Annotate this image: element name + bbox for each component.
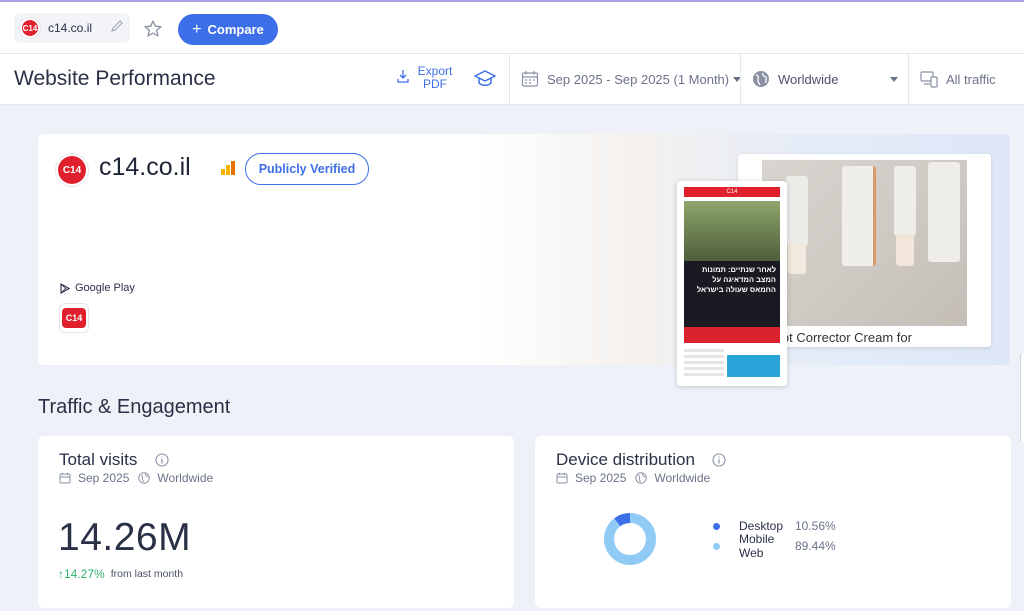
total-visits-card: Total visits Sep 2025 Worldwide 14.26M ↑… [38,436,514,608]
globe-icon [753,71,769,87]
device-distribution-card: Device distribution Sep 2025 Worldwide D… [535,436,1011,608]
section-title: Traffic & Engagement [38,396,231,418]
download-icon [397,70,409,83]
change-suffix: from last month [110,568,184,580]
donut-slice-mobile-web[interactable] [604,513,656,565]
device-donut-chart[interactable] [603,512,657,566]
change-percentage: ↑14.27% [58,567,105,581]
visits-change: ↑14.27% from last month [58,567,183,581]
device-distribution-title: Device distribution [556,450,695,469]
favorite-star-icon[interactable] [143,19,163,39]
app-icon-logo: C14 [62,308,86,328]
google-play-icon [60,282,70,294]
globe-icon [138,472,151,484]
total-visits-value: 14.26M [58,516,192,559]
site-name: c14.co.il [48,21,93,35]
side-panel-handle[interactable] [1020,353,1024,443]
publicly-verified-badge[interactable]: Publicly Verified [245,153,369,185]
header-divider [509,54,510,105]
mobile-site-preview[interactable]: C14 לאחר שנתיים: תמונות המצב המדאיגה על … [677,181,787,386]
compare-label: Compare [207,22,264,37]
country-value: Worldwide [778,71,839,87]
visits-date: Sep 2025 [78,471,130,485]
product-box [928,162,960,262]
visits-geo: Worldwide [157,471,214,485]
analytics-bars-icon [221,161,235,175]
date-range-value: Sep 2025 - Sep 2025 (1 Month) [547,71,730,87]
preview-caption: Spot Corrector Cream for [766,330,912,345]
mobile-preview-headline: לאחר שנתיים: תמונות המצב המדאיגה על החמא… [684,261,780,327]
export-pdf-button[interactable]: Export PDF [396,65,456,95]
calendar-icon [556,472,568,484]
devices-meta: Sep 2025 Worldwide [556,471,710,485]
product-bottle [896,234,914,266]
preview-product-image [762,160,967,326]
header-divider [908,54,909,105]
legend-label-desktop: Desktop [739,519,784,533]
legend-row-mobile-web[interactable]: Mobile Web 89.44% [713,532,836,560]
website-logo: C14 [58,156,86,184]
graduation-cap-icon[interactable] [474,69,496,89]
total-visits-title: Total visits [59,450,138,469]
legend-value-mobile-web: 89.44% [795,539,836,553]
page-title: Website Performance [14,67,216,90]
compare-button[interactable]: + Compare [178,14,278,45]
page-header: Website Performance Export PDF Sep 2025 … [0,54,1024,105]
chevron-down-icon [890,77,898,82]
site-logo: C14 [20,18,40,38]
mobile-preview-header: C14 [684,187,780,197]
legend-value-desktop: 10.56% [795,519,836,533]
header-divider [740,54,741,105]
export-pdf-label: Export PDF [417,64,453,91]
device-legend: Desktop 10.56% Mobile Web 89.44% [713,516,836,560]
traffic-type-selector[interactable]: All traffic [920,70,996,88]
country-selector[interactable]: Worldwide [752,70,898,88]
calendar-icon [521,71,539,87]
website-domain: c14.co.il [99,153,191,181]
google-play-text: Google Play [75,282,135,294]
mobile-preview-photo [684,201,780,261]
mobile-preview-article [684,349,724,379]
plus-icon: + [192,20,202,38]
legend-dot-mobile-web [713,542,720,550]
traffic-type-value: All traffic [946,71,996,87]
calendar-icon [59,472,71,484]
devices-date: Sep 2025 [575,471,627,485]
site-selector-chip[interactable]: C14 c14.co.il [14,13,130,43]
product-bottle [894,166,916,236]
devices-icon [920,71,938,88]
devices-geo: Worldwide [654,471,711,485]
edit-pencil-icon[interactable] [110,19,124,33]
mobile-preview-ad [727,355,780,377]
change-value: 14.27% [64,567,105,581]
website-overview-card: C14 c14.co.il Publicly Verified Google P… [38,134,1010,386]
info-icon[interactable] [155,453,169,467]
product-bottle [786,176,808,246]
legend-label-mobile-web: Mobile Web [739,532,775,560]
google-play-label: Google Play [60,282,135,294]
globe-icon [635,472,648,484]
date-range-selector[interactable]: Sep 2025 - Sep 2025 (1 Month) [521,70,742,88]
legend-dot-desktop [713,522,720,530]
product-bottle [788,244,806,274]
product-box [842,166,876,266]
top-bar: C14 c14.co.il + Compare [0,0,1024,54]
visits-meta: Sep 2025 Worldwide [59,471,213,485]
app-icon[interactable]: C14 [59,303,89,333]
info-icon[interactable] [712,453,726,467]
mobile-preview-banner [684,327,780,343]
